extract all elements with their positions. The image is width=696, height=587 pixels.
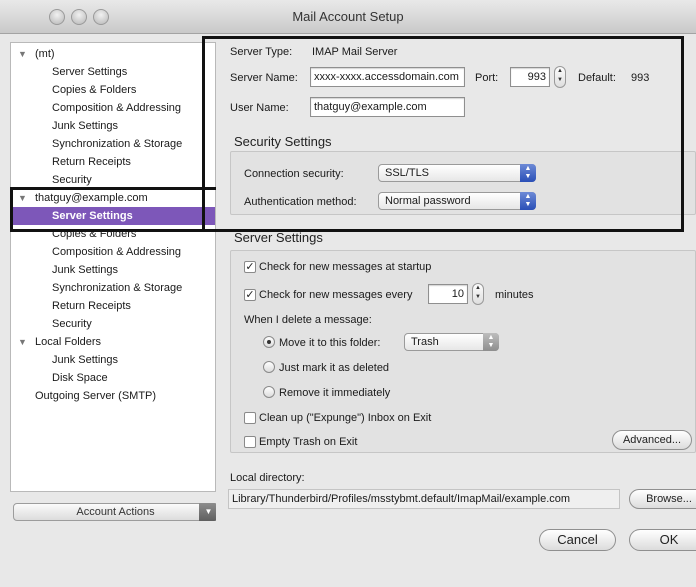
tree-item-account-thatguy[interactable]: ▼ thatguy@example.com [11, 189, 215, 207]
tree-item-security[interactable]: Security [11, 315, 215, 333]
tree-item-composition-addressing[interactable]: Composition & Addressing [11, 99, 215, 117]
chevron-up-icon: ▲ [557, 68, 563, 74]
title-bar: Mail Account Setup [0, 0, 696, 34]
mark-deleted-label: Just mark it as deleted [279, 362, 390, 374]
empty-trash-checkbox[interactable] [244, 436, 256, 448]
tree-item-copies-folders[interactable]: Copies & Folders [11, 225, 215, 243]
chevron-updown-icon: ▲ ▼ [483, 333, 499, 351]
server-type-label: Server Type: [230, 46, 293, 58]
user-name-label: User Name: [230, 102, 289, 114]
tree-item-synchronization-storage[interactable]: Synchronization & Storage [11, 135, 215, 153]
move-to-folder-label: Move it to this folder: [279, 337, 381, 349]
security-settings-title: Security Settings [234, 134, 332, 149]
trash-folder-select[interactable]: Trash ▲ ▼ [404, 333, 499, 351]
default-port-label: Default: [578, 72, 616, 84]
tree-item-synchronization-storage[interactable]: Synchronization & Storage [11, 279, 215, 297]
tree-item-return-receipts[interactable]: Return Receipts [11, 153, 215, 171]
local-directory-label: Local directory: [230, 472, 305, 484]
cancel-button[interactable]: Cancel [539, 529, 616, 551]
minutes-label: minutes [495, 289, 534, 301]
tree-item-disk-space[interactable]: Disk Space [11, 369, 215, 387]
chevron-down-icon: ▼ [557, 77, 563, 83]
remove-immediately-radio[interactable] [263, 386, 275, 398]
checkmark-icon: ✓ [245, 261, 255, 273]
browse-button[interactable]: Browse... [629, 489, 696, 509]
server-type-value: IMAP Mail Server [312, 46, 398, 58]
account-actions-button[interactable]: Account Actions ▼ [13, 503, 218, 521]
chevron-up-icon: ▲ [475, 285, 481, 291]
chevron-down-icon: ▼ [475, 294, 481, 300]
disclosure-triangle-icon[interactable]: ▼ [18, 189, 27, 207]
ok-button[interactable]: OK [629, 529, 696, 551]
remove-immediately-label: Remove it immediately [279, 387, 391, 399]
tree-item-security[interactable]: Security [11, 171, 215, 189]
server-settings-group: ✓ Check for new messages at startup ✓ Ch… [230, 250, 696, 453]
server-name-label: Server Name: [230, 72, 298, 84]
connection-security-label: Connection security: [244, 168, 344, 180]
expunge-inbox-label: Clean up ("Expunge") Inbox on Exit [259, 412, 432, 424]
tree-item-server-settings[interactable]: Server Settings [11, 63, 215, 81]
port-stepper[interactable]: ▲ ▼ [554, 66, 566, 88]
user-name-input[interactable]: thatguy@example.com [310, 97, 465, 117]
tree-item-copies-folders[interactable]: Copies & Folders [11, 81, 215, 99]
expunge-inbox-checkbox[interactable] [244, 412, 256, 424]
check-startup-label: Check for new messages at startup [259, 261, 432, 273]
authentication-method-select[interactable]: Normal password ▲ ▼ [378, 192, 536, 210]
default-port-value: 993 [631, 72, 650, 84]
tree-item-server-settings-selected[interactable]: Server Settings [11, 207, 215, 225]
check-every-label: Check for new messages every [259, 289, 413, 301]
check-interval-input[interactable]: 10 [428, 284, 468, 304]
check-every-checkbox[interactable]: ✓ [244, 289, 256, 301]
checkmark-icon: ✓ [245, 289, 255, 301]
mail-account-setup-window: Mail Account Setup ▼ (mt) Server Settings… [0, 0, 696, 587]
tree-item-local-folders[interactable]: ▼ Local Folders [11, 333, 215, 351]
tree-item-composition-addressing[interactable]: Composition & Addressing [11, 243, 215, 261]
authentication-method-label: Authentication method: [244, 196, 357, 208]
check-interval-stepper[interactable]: ▲ ▼ [472, 283, 484, 305]
chevron-updown-icon: ▲ ▼ [520, 192, 536, 210]
port-label: Port: [475, 72, 499, 84]
tree-item-junk-settings[interactable]: Junk Settings [11, 351, 215, 369]
move-to-folder-radio[interactable] [263, 336, 275, 348]
check-startup-checkbox[interactable]: ✓ [244, 261, 256, 273]
tree-item-junk-settings[interactable]: Junk Settings [11, 261, 215, 279]
advanced-button[interactable]: Advanced... [612, 430, 692, 450]
disclosure-triangle-icon[interactable]: ▼ [18, 333, 27, 351]
server-name-input[interactable]: xxxx-xxxx.accessdomain.com [310, 67, 465, 87]
server-settings-title: Server Settings [234, 230, 323, 245]
port-input[interactable]: 993 [510, 67, 550, 87]
tree-item-outgoing-server[interactable]: Outgoing Server (SMTP) [11, 387, 215, 405]
tree-item-junk-settings[interactable]: Junk Settings [11, 117, 215, 135]
delete-message-label: When I delete a message: [244, 314, 372, 326]
security-settings-group: Connection security: SSL/TLS ▲ ▼ Authenti… [230, 151, 696, 215]
disclosure-triangle-icon[interactable]: ▼ [18, 45, 27, 63]
connection-security-select[interactable]: SSL/TLS ▲ ▼ [378, 164, 536, 182]
settings-panel: Server Type: IMAP Mail Server Server Nam… [216, 34, 696, 587]
window-title: Mail Account Setup [292, 9, 404, 24]
empty-trash-label: Empty Trash on Exit [259, 436, 358, 448]
chevron-updown-icon: ▲ ▼ [520, 164, 536, 182]
mark-deleted-radio[interactable] [263, 361, 275, 373]
account-tree: ▼ (mt) Server Settings Copies & Folders C… [10, 42, 216, 492]
tree-item-return-receipts[interactable]: Return Receipts [11, 297, 215, 315]
local-directory-path: Library/Thunderbird/Profiles/msstybmt.de… [228, 489, 620, 509]
tree-item-account-mt[interactable]: ▼ (mt) [11, 45, 215, 63]
